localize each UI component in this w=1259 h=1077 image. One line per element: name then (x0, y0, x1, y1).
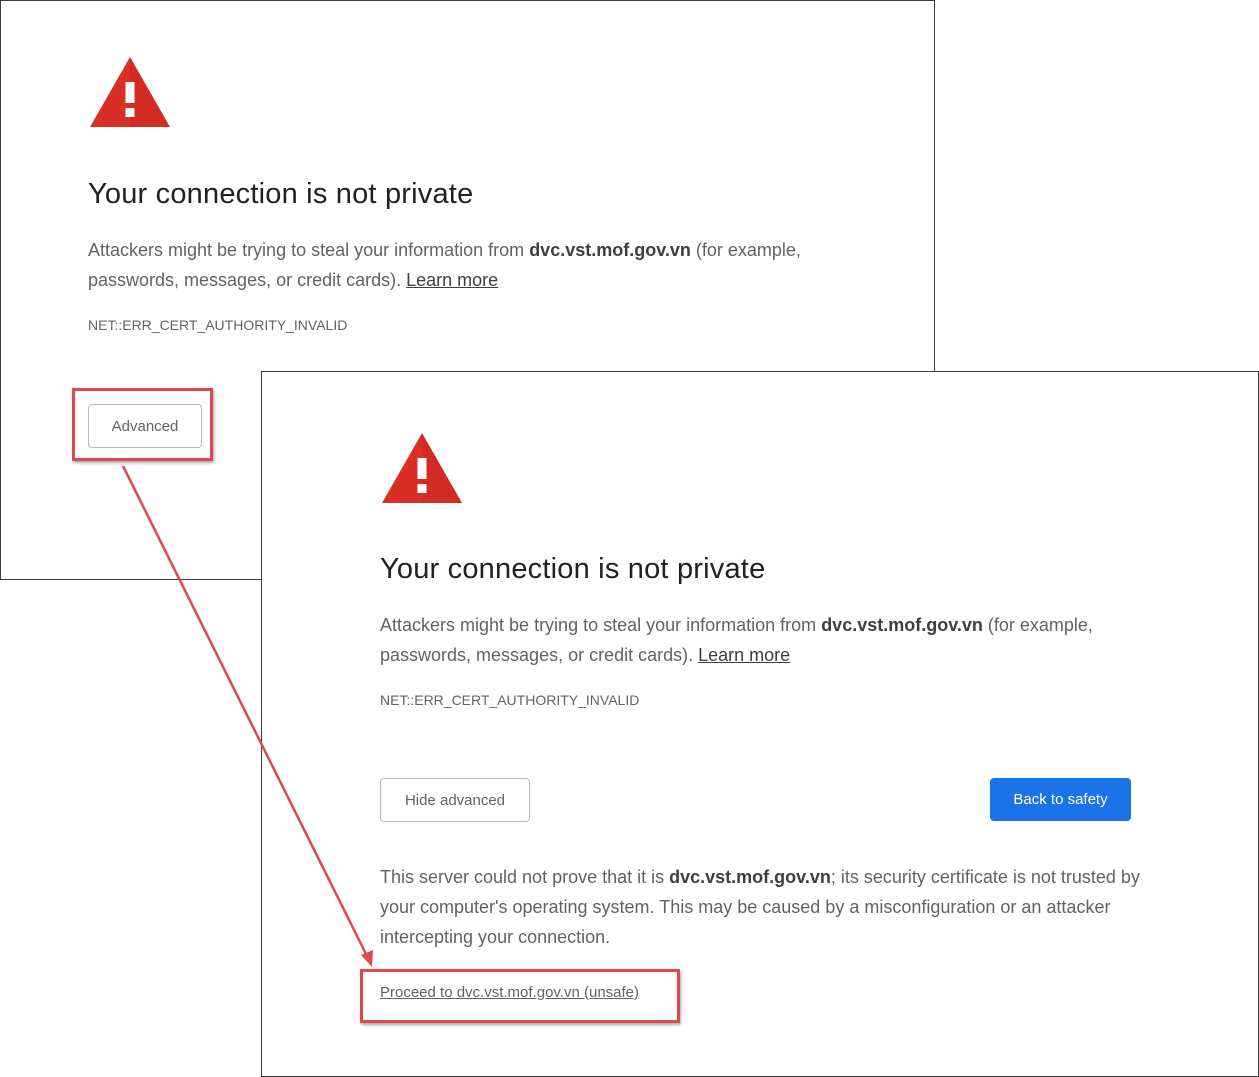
warning-description: Attackers might be trying to steal your … (380, 615, 1093, 665)
learn-more-link[interactable]: Learn more (698, 645, 790, 665)
hide-advanced-button[interactable]: Hide advanced (380, 778, 530, 822)
error-code: NET::ERR_CERT_AUTHORITY_INVALID (88, 317, 348, 333)
domain-name: dvc.vst.mof.gov.vn (821, 615, 983, 635)
warning-description: Attackers might be trying to steal your … (88, 240, 801, 290)
proceed-unsafe-link[interactable]: Proceed to dvc.vst.mof.gov.vn (unsafe) (380, 984, 639, 1001)
back-to-safety-button[interactable]: Back to safety (990, 778, 1131, 821)
domain-name: dvc.vst.mof.gov.vn (669, 867, 831, 887)
page-title: Your connection is not private (88, 178, 474, 210)
page-title: Your connection is not private (380, 553, 766, 585)
warning-triangle-icon (380, 431, 464, 505)
warning-triangle-icon (88, 55, 172, 129)
error-code: NET::ERR_CERT_AUTHORITY_INVALID (380, 692, 640, 708)
advanced-button[interactable]: Advanced (88, 404, 202, 448)
domain-name: dvc.vst.mof.gov.vn (529, 240, 691, 260)
certificate-details: This server could not prove that it is d… (380, 867, 1140, 947)
learn-more-link[interactable]: Learn more (406, 270, 498, 290)
interstitial-panel-expanded: Your connection is not private Attackers… (261, 371, 1259, 1077)
